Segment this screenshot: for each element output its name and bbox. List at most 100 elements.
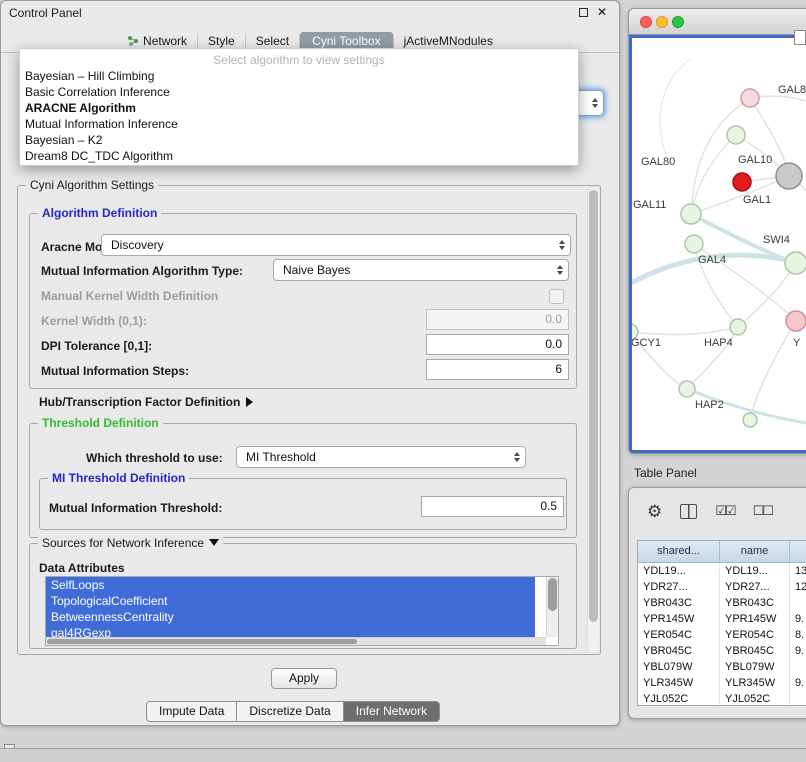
table-header: shared... name <box>638 541 806 563</box>
control-panel-titlebar[interactable]: Control Panel ✕ <box>1 1 619 25</box>
table-cell: YJL052C <box>638 691 720 706</box>
network-node[interactable] <box>786 311 806 331</box>
deselect-all-checkboxes-icon[interactable]: ☐☐ <box>753 504 772 518</box>
kernel-width-label: Kernel Width (0,1): <box>41 314 147 328</box>
node-label: HAP2 <box>695 399 724 411</box>
tab-discretize-data[interactable]: Discretize Data <box>236 701 343 722</box>
attributes-vscrollbar[interactable] <box>546 577 558 637</box>
table-row[interactable]: YBR045CYBR045C9. <box>638 643 806 659</box>
table-row[interactable]: YDL19...YDL19...13 <box>638 563 806 579</box>
table-row[interactable]: YBL079WYBL079W <box>638 659 806 675</box>
table-cell: YDL19... <box>720 563 790 579</box>
algorithm-option[interactable]: Dream8 DC_TDC Algorithm <box>20 148 578 164</box>
aracne-mode-combobox[interactable]: Discovery <box>101 234 571 256</box>
algorithm-option[interactable]: Bayesian – Hill Climbing <box>20 68 578 84</box>
network-zoom-widget[interactable] <box>794 30 806 45</box>
mac-minimize-button[interactable] <box>656 16 668 28</box>
combo-arrows-icon <box>559 240 565 250</box>
expand-right-icon <box>246 397 253 407</box>
node-label: GAL10 <box>738 154 772 166</box>
which-threshold-combobox[interactable]: MI Threshold <box>236 446 526 468</box>
table-cell: YER054C <box>720 627 790 643</box>
columns-icon[interactable] <box>680 504 697 519</box>
hub-definition-expander[interactable]: Hub/Transcription Factor Definition <box>39 395 253 409</box>
table-cell: 9. <box>790 611 806 627</box>
attribute-item[interactable]: SelfLoops <box>46 577 535 593</box>
table-cell: YLR345W <box>638 675 720 691</box>
table-cell: 9. <box>790 675 806 691</box>
close-window-button[interactable]: ✕ <box>597 7 607 17</box>
mi-type-label: Mutual Information Algorithm Type: <box>41 264 243 278</box>
algorithm-option[interactable]: ARACNE Algorithm <box>20 100 578 116</box>
network-canvas[interactable]: GAL8GAL80GAL10GAL11GAL1SWI4GAL4GCY1HAP4Y… <box>629 35 806 453</box>
node-label: GAL1 <box>743 194 771 206</box>
bottom-tabbar: Impute Data Discretize Data Infer Networ… <box>146 701 440 722</box>
mi-threshold-group-title: MI Threshold Definition <box>48 471 189 485</box>
mac-zoom-button[interactable] <box>672 16 684 28</box>
which-threshold-label: Which threshold to use: <box>86 451 223 465</box>
algorithm-option[interactable]: Mutual Information Inference <box>20 116 578 132</box>
column-header-clipped[interactable] <box>790 541 806 562</box>
network-node[interactable] <box>727 126 745 144</box>
attributes-hscrollbar-thumb[interactable] <box>47 639 357 644</box>
tab-infer-network[interactable]: Infer Network <box>343 701 440 722</box>
settings-scrollbar-thumb[interactable] <box>589 190 598 622</box>
network-node[interactable] <box>776 163 802 189</box>
network-node[interactable] <box>741 89 759 107</box>
attributes-hscrollbar[interactable] <box>46 637 546 645</box>
node-table: shared... name YDL19...YDL19...13YDR27..… <box>637 540 806 706</box>
mi-threshold-field[interactable]: 0.5 <box>421 496 564 517</box>
table-settings-icon[interactable]: ⚙ <box>647 503 662 520</box>
attribute-item[interactable]: TopologicalCoefficient <box>46 593 535 609</box>
tab-impute-data[interactable]: Impute Data <box>146 701 237 722</box>
node-label: GCY1 <box>631 337 661 349</box>
network-node[interactable] <box>685 235 703 253</box>
table-cell <box>790 659 806 675</box>
tab-select[interactable]: Select <box>246 32 299 50</box>
apply-button[interactable]: Apply <box>271 668 337 689</box>
combo-arrows-icon <box>557 265 563 275</box>
network-node[interactable] <box>733 173 751 191</box>
column-header-shared-name[interactable]: shared... <box>638 541 720 562</box>
network-node[interactable] <box>785 252 806 274</box>
tab-network[interactable]: Network <box>117 32 197 50</box>
tab-jactivemnodules[interactable]: jActiveMNodules <box>394 32 503 50</box>
dpi-tolerance-field[interactable]: 0.0 <box>426 334 569 355</box>
algorithm-option[interactable]: Bayesian – K2 <box>20 132 578 148</box>
mac-close-button[interactable] <box>640 16 652 28</box>
network-node[interactable] <box>730 319 746 335</box>
mi-steps-field[interactable]: 6 <box>426 359 569 380</box>
attributes-vscrollbar-thumb[interactable] <box>548 578 557 611</box>
sources-group-title[interactable]: Sources for Network Inference <box>38 536 223 550</box>
attribute-item[interactable]: BetweennessCentrality <box>46 609 535 625</box>
network-node[interactable] <box>681 204 701 224</box>
table-row[interactable]: YJL052CYJL052C <box>638 691 806 706</box>
settings-group-title: Cyni Algorithm Settings <box>26 178 158 192</box>
column-header-name[interactable]: name <box>720 541 790 562</box>
float-window-button[interactable] <box>579 8 588 17</box>
table-row[interactable]: YDR27...YDR27...12 <box>638 579 806 595</box>
network-window-titlebar[interactable] <box>629 9 806 35</box>
manual-kernel-checkbox[interactable] <box>549 289 564 304</box>
network-node[interactable] <box>679 381 695 397</box>
collapse-down-icon <box>209 539 219 546</box>
table-cell: YBL079W <box>720 659 790 675</box>
table-cell: YBR043C <box>720 595 790 611</box>
table-row[interactable]: YBR043CYBR043C <box>638 595 806 611</box>
attributes-list[interactable]: SelfLoopsTopologicalCoefficientBetweenne… <box>45 576 559 646</box>
tab-style[interactable]: Style <box>198 32 245 50</box>
manual-kernel-label: Manual Kernel Width Definition <box>41 289 218 303</box>
table-row[interactable]: YER054CYER054C8. <box>638 627 806 643</box>
table-panel-window: ⚙ ☑☑ ☐☐ shared... name YDL19...YDL19...1… <box>628 487 806 719</box>
settings-scrollbar[interactable] <box>587 188 599 652</box>
table-cell: YBR045C <box>720 643 790 659</box>
mi-type-combobox[interactable]: Naive Bayes <box>273 259 569 281</box>
tab-cyni-toolbox[interactable]: Cyni Toolbox <box>300 32 392 50</box>
select-all-checkboxes-icon[interactable]: ☑☑ <box>715 504 734 518</box>
network-node[interactable] <box>743 413 757 427</box>
table-row[interactable]: YLR345WYLR345W9. <box>638 675 806 691</box>
control-panel-window: Control Panel ✕ Network Style Select <box>0 0 620 726</box>
table-row[interactable]: YPR145WYPR145W9. <box>638 611 806 627</box>
kernel-width-field[interactable]: 0.0 <box>426 309 569 330</box>
algorithm-option[interactable]: Basic Correlation Inference <box>20 84 578 100</box>
